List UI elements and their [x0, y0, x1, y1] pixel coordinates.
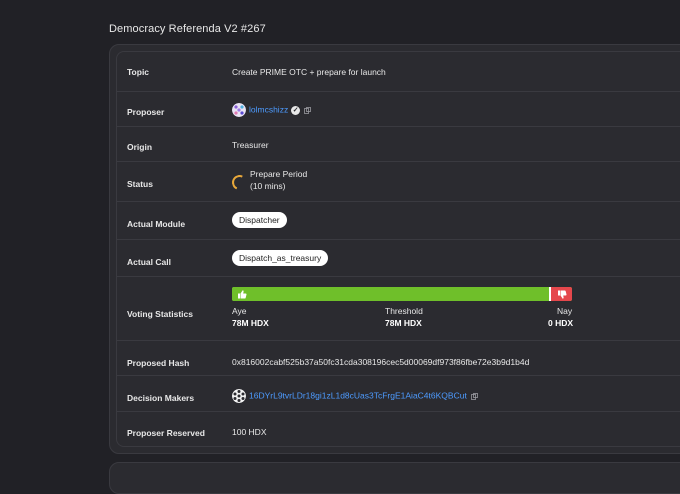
- module-label: Actual Module: [127, 219, 186, 229]
- row-call: Actual Call Dispatch_as_treasury: [117, 240, 680, 277]
- hash-label: Proposed Hash: [127, 358, 190, 368]
- row-topic: Topic Create PRIME OTC + prepare for lau…: [117, 52, 680, 92]
- threshold-value: 78M HDX: [385, 318, 422, 328]
- call-label: Actual Call: [127, 257, 171, 267]
- row-hash: Proposed Hash 0x816002cabf525b37a50fc31c…: [117, 341, 680, 376]
- row-decision: Decision Makers 16DYrL9tvrLDr18gi1zL1d8c…: [117, 376, 680, 412]
- row-status: Status Prepare Period (10 mins): [117, 162, 680, 202]
- threshold-marker: [549, 287, 551, 301]
- reserved-label: Proposer Reserved: [127, 428, 205, 438]
- origin-label: Origin: [127, 142, 153, 152]
- row-origin: Origin Treasurer: [117, 127, 680, 162]
- decision-link[interactable]: 16DYrL9tvrLDr18gi1zL1d8cUas3TcFrgE1AiaC4…: [249, 390, 467, 400]
- loading-spinner-icon: [229, 172, 250, 193]
- proposer-link[interactable]: lolmcshizz: [249, 104, 288, 114]
- row-module: Actual Module Dispatcher: [117, 202, 680, 240]
- decision-value: 16DYrL9tvrLDr18gi1zL1d8cUas3TcFrgE1AiaC4…: [232, 389, 478, 403]
- call-value: Dispatch_as_treasury: [232, 250, 329, 266]
- voting-progress-bar: [232, 287, 572, 301]
- verified-icon: ✓: [291, 105, 301, 115]
- decision-avatar-icon: [232, 389, 246, 403]
- proposer-avatar-icon: [232, 103, 246, 117]
- copy-icon[interactable]: [304, 106, 312, 114]
- copy-icon[interactable]: [470, 392, 478, 400]
- status-duration: (10 mins): [250, 181, 286, 191]
- decision-label: Decision Makers: [127, 393, 195, 403]
- module-value: Dispatcher: [232, 212, 287, 228]
- proposer-value: lolmcshizz ✓: [232, 103, 312, 117]
- proposer-label: Proposer: [127, 107, 165, 117]
- call-pill: Dispatch_as_treasury: [232, 250, 329, 266]
- referendum-details-card: Topic Create PRIME OTC + prepare for lau…: [109, 44, 680, 454]
- status-label: Status: [127, 179, 153, 189]
- nay-value: 0 HDX: [548, 318, 574, 328]
- row-reserved: Proposer Reserved 100 HDX: [117, 412, 680, 446]
- thumbs-down-icon: [558, 290, 567, 299]
- details-table: Topic Create PRIME OTC + prepare for lau…: [116, 51, 680, 447]
- module-pill: Dispatcher: [232, 212, 287, 228]
- aye-fill: [232, 287, 548, 301]
- status-value: Prepare Period (10 mins): [250, 168, 307, 192]
- aye-value: 78M HDX: [232, 318, 269, 328]
- next-card: [109, 462, 680, 494]
- topic-value: Create PRIME OTC + prepare for launch: [232, 67, 386, 77]
- hash-link[interactable]: 0x816002cabf525b37a50fc31cda308196cec5d0…: [232, 357, 529, 367]
- reserved-value: 100 HDX: [232, 427, 267, 437]
- row-proposer: Proposer lolmcshizz ✓: [117, 92, 680, 127]
- row-voting: Voting Statistics Aye 78M HDX Threshold …: [117, 277, 680, 341]
- voting-label: Voting Statistics: [127, 309, 193, 319]
- origin-value: Treasurer: [232, 140, 269, 150]
- topic-label: Topic: [127, 67, 150, 77]
- threshold-label: Threshold: [385, 306, 423, 316]
- thumbs-up-icon: [238, 290, 247, 299]
- nay-label: Nay: [557, 306, 573, 316]
- aye-label: Aye: [232, 306, 247, 316]
- status-phase: Prepare Period: [250, 169, 308, 179]
- page-title: Democracy Referenda V2 #267: [109, 23, 266, 35]
